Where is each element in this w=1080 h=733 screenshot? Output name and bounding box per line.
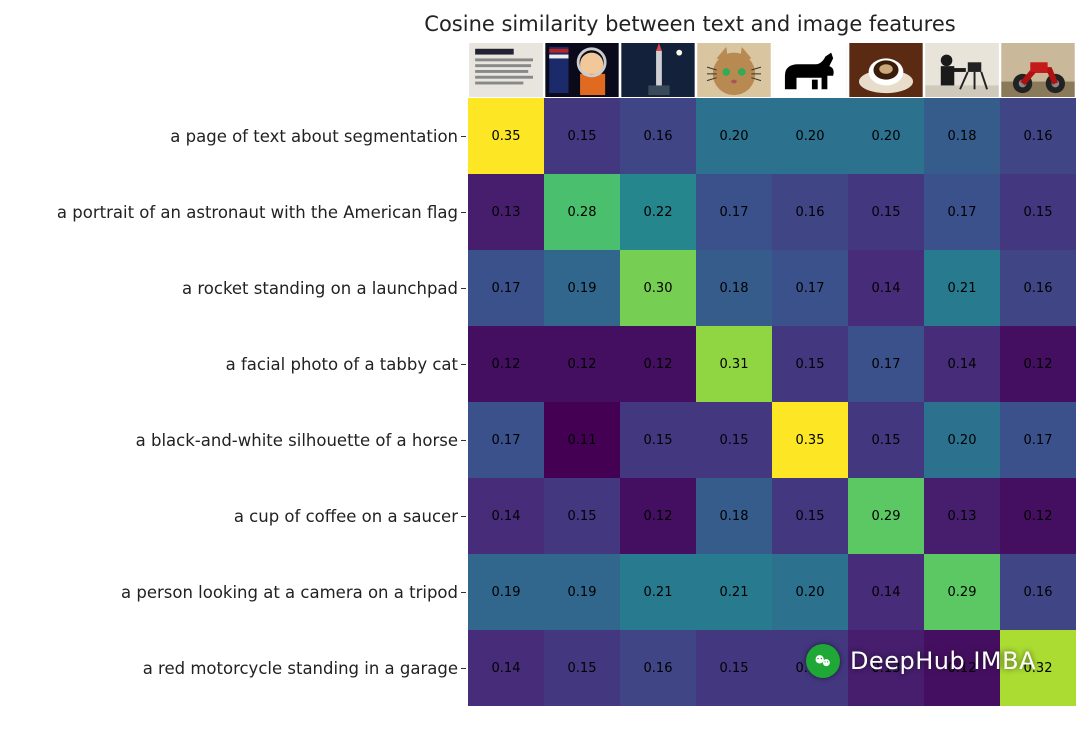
heatmap-cell: 0.29 [848,478,924,554]
heatmap-cell: 0.20 [696,98,772,174]
col-thumb-astronaut [544,42,620,98]
heatmap-cell: 0.15 [848,402,924,478]
heatmap-cell: 0.12 [1000,326,1076,402]
heatmap-cell: 0.30 [620,250,696,326]
heatmap-cell: 0.20 [924,402,1000,478]
heatmap-cell: 0.17 [772,250,848,326]
heatmap-cell: 0.21 [924,250,1000,326]
heatmap-cell: 0.35 [468,98,544,174]
heatmap-cell: 0.16 [1000,554,1076,630]
heatmap-cell: 0.14 [468,630,544,706]
row-label: a rocket standing on a launchpad [18,250,468,326]
heatmap-cell: 0.32 [1000,630,1076,706]
heatmap-cell: 0.15 [620,402,696,478]
heatmap-cell: 0.15 [696,402,772,478]
grid-corner-spacer [18,42,468,98]
col-thumb-rocket [620,42,696,98]
heatmap-cell: 0.14 [468,478,544,554]
heatmap-cell: 0.16 [620,98,696,174]
heatmap-cell: 0.31 [696,326,772,402]
row-label: a red motorcycle standing in a garage [18,630,468,706]
row-label: a black-and-white silhouette of a horse [18,402,468,478]
heatmap-cell: 0.15 [544,98,620,174]
heatmap-cell: 0.20 [772,98,848,174]
heatmap-cell: 0.19 [544,554,620,630]
heatmap-cell: 0.18 [696,478,772,554]
heatmap-cell: 0.13 [848,630,924,706]
heatmap-cell: 0.35 [772,402,848,478]
row-label: a page of text about segmentation [18,98,468,174]
col-thumb-horse [772,42,848,98]
heatmap-cell: 0.18 [696,250,772,326]
heatmap-cell: 0.12 [544,326,620,402]
heatmap-cell: 0.15 [772,326,848,402]
heatmap-cell: 0.12 [468,326,544,402]
heatmap-cell: 0.16 [1000,250,1076,326]
heatmap-cell: 0.22 [620,174,696,250]
heatmap-cell: 0.21 [696,554,772,630]
heatmap-cell: 0.15 [544,630,620,706]
col-thumb-motorcycle [1000,42,1076,98]
heatmap-cell: 0.15 [696,630,772,706]
heatmap-cell: 0.17 [468,250,544,326]
heatmap-cell: 0.14 [924,326,1000,402]
heatmap-cell: 0.29 [924,554,1000,630]
heatmap-cell: 0.17 [468,402,544,478]
heatmap-cell: 0.12 [620,478,696,554]
heatmap-cell: 0.20 [772,554,848,630]
heatmap-cell: 0.15 [544,478,620,554]
heatmap-cell: 0.11 [544,402,620,478]
heatmap-grid: a page of text about segmentation0.350.1… [18,42,1062,706]
heatmap-cell: 0.19 [468,554,544,630]
heatmap-cell: 0.19 [544,250,620,326]
col-thumb-cat [696,42,772,98]
col-thumb-page-text [468,42,544,98]
row-label: a facial photo of a tabby cat [18,326,468,402]
heatmap-cell: 0.15 [772,478,848,554]
heatmap-cell: 0.17 [696,174,772,250]
row-label: a cup of coffee on a saucer [18,478,468,554]
heatmap-cell: 0.12 [620,326,696,402]
heatmap-cell: 0.16 [1000,98,1076,174]
heatmap-cell: 0.17 [924,174,1000,250]
heatmap-cell: 0.16 [620,630,696,706]
row-label: a person looking at a camera on a tripod [18,554,468,630]
heatmap-cell: 0.12 [924,630,1000,706]
chart-title: Cosine similarity between text and image… [18,12,1062,36]
heatmap-cell: 0.20 [848,98,924,174]
heatmap-cell: 0.15 [1000,174,1076,250]
heatmap-cell: 0.15 [772,630,848,706]
heatmap-cell: 0.15 [848,174,924,250]
heatmap-cell: 0.12 [1000,478,1076,554]
heatmap-cell: 0.21 [620,554,696,630]
heatmap-cell: 0.13 [924,478,1000,554]
heatmap-cell: 0.13 [468,174,544,250]
col-thumb-coffee [848,42,924,98]
chart-container: Cosine similarity between text and image… [18,12,1062,706]
row-label: a portrait of an astronaut with the Amer… [18,174,468,250]
heatmap-cell: 0.17 [1000,402,1076,478]
heatmap-cell: 0.18 [924,98,1000,174]
heatmap-cell: 0.28 [544,174,620,250]
heatmap-cell: 0.14 [848,250,924,326]
col-thumb-photographer [924,42,1000,98]
heatmap-cell: 0.16 [772,174,848,250]
heatmap-cell: 0.14 [848,554,924,630]
heatmap-cell: 0.17 [848,326,924,402]
